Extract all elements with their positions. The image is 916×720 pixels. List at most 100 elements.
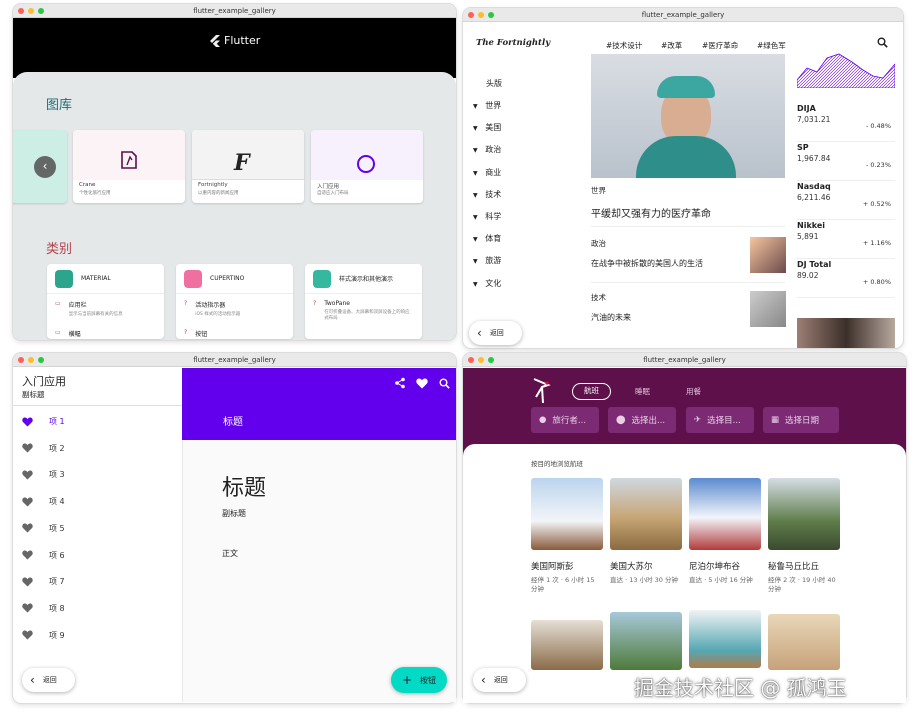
story-headline[interactable]: 汽油的未来 [591,312,631,323]
detail-subtitle: 副标题 [222,509,246,518]
list-item[interactable]: 项 5 [22,523,65,534]
tab-flights[interactable]: 航班 [572,383,611,400]
close-window-button[interactable] [468,12,474,18]
cupertino-icon [184,269,202,288]
nav-item[interactable]: ▼ 技术 [473,189,501,200]
zoom-window-button[interactable] [38,357,44,363]
stock-row[interactable]: DJ Total 89.02 + 0.80% [797,260,895,298]
nav-item[interactable]: ▼ 文化 [473,278,501,289]
story-section: 技术 [591,293,606,302]
fab-button[interactable]: + 按钮 [391,667,447,693]
nav-item[interactable]: ▼ 政治 [473,144,501,155]
nav-item[interactable]: ▼ 美国 [473,122,501,133]
stock-row[interactable]: SP 1,967.84- 0.23% [797,143,895,181]
nav-item-front[interactable]: 头版 [486,78,502,89]
minimize-window-button[interactable] [28,8,34,14]
category-name: CUPERTINO [210,275,245,282]
crane-icon [121,151,137,169]
story-headline[interactable]: 在战争中被拆散的美国人的生活 [591,258,703,269]
chevron-left-icon: ‹ [30,673,35,687]
caret-down-icon: ▼ [473,236,478,244]
chevron-left-icon[interactable]: ‹ [34,156,56,178]
story-thumbnail[interactable] [750,291,786,327]
caret-down-icon: ▼ [473,147,478,155]
nav-item[interactable]: ▼ 商业 [473,167,501,178]
other-icon [313,269,331,288]
back-button[interactable]: ‹ 返回 [22,668,75,692]
list-item[interactable]: 项 3 [22,469,65,480]
tag-link[interactable]: #绿色军 [757,40,789,51]
nav-item[interactable]: ▼ 旅游 [473,255,501,266]
side-photo[interactable] [797,318,895,348]
departure-field[interactable]: ⬤ 选择出... [608,407,676,433]
category-other[interactable]: 样式演示和其他演示 ? TwoPane 在可折叠设备、大屏幕和双屏设备上的响应式布局 [305,264,422,339]
list-item[interactable]: 项 1 [22,416,65,427]
tag-link[interactable]: #改革 [661,40,682,51]
market-chart [797,53,895,88]
heart-icon [22,523,33,533]
close-window-button[interactable] [18,8,24,14]
destination-card[interactable]: 美国大苏尔 直达 · 13 小时 30 分钟 [610,478,682,585]
category-cupertino[interactable]: CUPERTINO ? 活动指示器 iOS 样式的活动指示器 ? 按钮 [176,264,293,339]
item-label: 项 3 [49,470,65,480]
study-card-crane[interactable]: Crane 个性化旅行应用 [73,130,185,203]
close-window-button[interactable] [18,357,24,363]
stock-row[interactable]: DIJA 7,031.21- 0.48% [797,104,895,142]
story-section: 政治 [591,239,606,248]
destination-field[interactable]: ✈ 选择目... [686,407,754,433]
tab-eat[interactable]: 用餐 [686,386,701,397]
date-field[interactable]: ▦ 选择日期 [763,407,839,433]
back-button[interactable]: ‹ 返回 [473,668,526,692]
lead-photo[interactable] [591,54,785,178]
caret-down-icon: ▼ [473,125,478,133]
study-card-starter[interactable]: 入门应用 自适应入门布局 [311,130,423,203]
nav-item[interactable]: ▼ 世界 [473,100,501,111]
item-label: 项 6 [49,550,65,560]
minimize-window-button[interactable] [478,357,484,363]
close-window-button[interactable] [468,357,474,363]
zoom-window-button[interactable] [38,8,44,14]
list-item[interactable]: 项 8 [22,603,65,614]
study-card-fortnightly[interactable]: F Fortnightly 以重内容的新闻应用 [192,130,304,203]
search-icon[interactable] [439,378,450,389]
dest-photo[interactable] [768,614,840,670]
list-item[interactable]: 项 2 [22,443,65,454]
back-button[interactable]: ‹ 返回 [469,321,522,345]
destination-card[interactable]: 秘鲁马丘比丘 经停 2 次 · 19 小时 40 分钟 [768,478,840,594]
stock-name: DJ Total [797,260,832,269]
card-title: 入门应用 [317,184,340,190]
minimize-window-button[interactable] [28,357,34,363]
nav-label: 文化 [485,278,502,288]
list-item[interactable]: 项 9 [22,630,65,641]
heart-icon[interactable] [416,378,428,389]
nav-item[interactable]: ▼ 科学 [473,211,501,222]
lead-headline[interactable]: 平缓却又强有力的医疗革命 [591,205,711,220]
dest-photo[interactable] [689,610,761,668]
category-material[interactable]: MATERIAL ▭ 应用栏 显示与当前屏幕有关的信息 ▭ 横幅 [47,264,164,339]
list-item[interactable]: 项 6 [22,550,65,561]
nav-item[interactable]: ▼ 体育 [473,233,501,244]
caret-down-icon: ▼ [473,103,478,110]
share-icon[interactable] [394,377,406,389]
list-item[interactable]: 项 4 [22,496,65,507]
list-item[interactable]: 项 7 [22,576,65,587]
dest-photo[interactable] [531,620,603,670]
zoom-window-button[interactable] [488,12,494,18]
help-icon: ? [184,329,188,336]
tab-sleep[interactable]: 睡眠 [635,386,650,397]
zoom-window-button[interactable] [488,357,494,363]
travelers-field[interactable]: ● 旅行者... [531,407,599,433]
minimize-window-button[interactable] [478,12,484,18]
stock-row[interactable]: Nikkei 5,891 + 1.16% [797,221,895,259]
story-thumbnail[interactable] [750,237,786,273]
banner-icon: ▭ [55,329,61,336]
tag-link[interactable]: #技术设计 [606,40,642,51]
dest-photo[interactable] [610,612,682,670]
plane-icon: ✈ [694,415,702,425]
stock-row[interactable]: Nasdaq 6,211.46 + 0.52% [797,182,895,220]
destination-card[interactable]: 尼泊尔坤布谷 直达 · 5 小时 16 分钟 [689,478,761,585]
destination-card[interactable]: 美国阿斯彭 经停 1 次 · 6 小时 15 分钟 [531,478,603,594]
tag-link[interactable]: #医疗革命 [702,40,738,51]
app-subtitle: 副标题 [22,390,45,399]
search-icon[interactable] [877,37,888,48]
